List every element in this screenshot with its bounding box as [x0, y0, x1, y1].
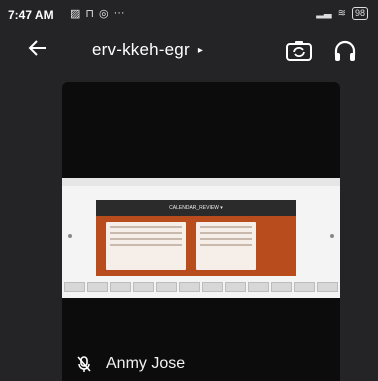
shared-screen-content: CALENDAR_REVIEW ▾: [62, 178, 340, 298]
caret-right-icon: ▸: [197, 44, 204, 56]
wifi-icon: ≋: [337, 8, 346, 19]
side-indicator-left: [68, 234, 72, 238]
status-bar: 7:47 AM ▨ ⊓ ◎ ··· ▂▃ ≋ 98: [0, 0, 378, 28]
taskbar-strip: [64, 282, 338, 292]
status-time: 7:47 AM: [8, 8, 54, 22]
back-button[interactable]: [28, 38, 48, 63]
participant-label: Anmy Jose: [76, 355, 185, 373]
headphones-icon[interactable]: [332, 38, 358, 64]
participant-name: Anmy Jose: [106, 355, 186, 372]
gallery-icon: ▨: [70, 8, 81, 20]
meeting-code-button[interactable]: erv-kkeh-egr ▸: [92, 40, 203, 60]
status-notification-icons: ▨ ⊓ ◎ ···: [70, 7, 125, 20]
notification-icon: ⊓: [85, 8, 94, 20]
meeting-code: erv-kkeh-egr: [92, 40, 190, 59]
participant-video-tile[interactable]: CALENDAR_REVIEW ▾ Anmy Jose: [62, 82, 340, 381]
more-dots: ···: [113, 7, 125, 19]
slide-header: CALENDAR_REVIEW ▾: [96, 200, 296, 216]
signal-icon: ▂▃: [316, 8, 332, 19]
side-indicator-right: [330, 234, 334, 238]
browser-toolbar: [62, 178, 340, 186]
whatsapp-icon: ◎: [99, 8, 109, 20]
arrow-left-icon: [28, 40, 46, 56]
battery-indicator: 98: [351, 7, 368, 20]
camera-switch-icon[interactable]: [284, 36, 314, 66]
mic-off-icon: [77, 356, 91, 372]
status-system-icons: ▂▃ ≋ 98: [316, 7, 368, 20]
presentation-slide: CALENDAR_REVIEW ▾: [96, 200, 296, 276]
call-header: erv-kkeh-egr ▸: [0, 32, 378, 72]
slide-card-right: [196, 222, 256, 270]
slide-card-left: [106, 222, 186, 270]
